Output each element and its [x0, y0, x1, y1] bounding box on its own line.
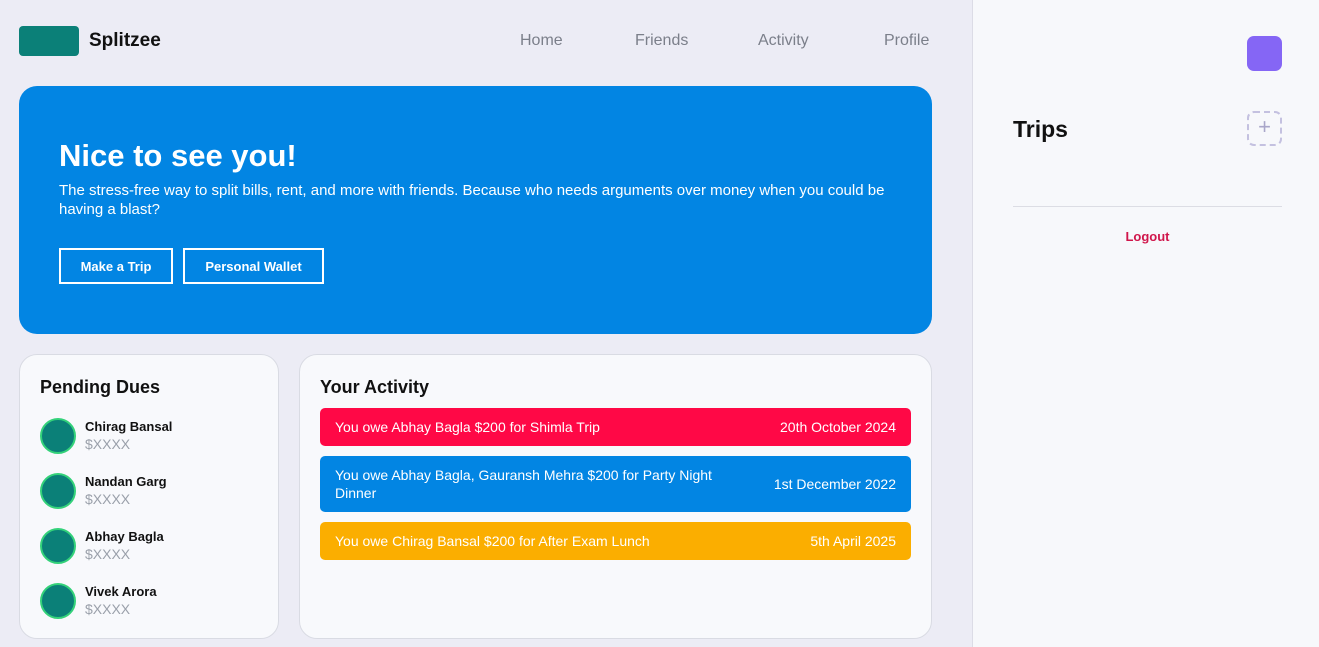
make-trip-button[interactable]: Make a Trip	[59, 248, 173, 284]
avatar	[40, 418, 76, 454]
due-item[interactable]: Nandan Garg $XXXX	[40, 473, 260, 513]
app-name[interactable]: Splitzee	[89, 30, 161, 52]
activity-date: 20th October 2024	[780, 419, 896, 435]
avatar	[40, 473, 76, 509]
activity-date: 5th April 2025	[810, 533, 896, 549]
avatar	[40, 528, 76, 564]
due-item[interactable]: Abhay Bagla $XXXX	[40, 528, 260, 568]
pending-dues-title: Pending Dues	[40, 377, 161, 397]
your-activity-card: Your Activity You owe Abhay Bagla $200 f…	[299, 354, 932, 639]
due-amount: $XXXX	[85, 491, 131, 507]
plus-icon: +	[1258, 114, 1271, 139]
activity-item[interactable]: You owe Chirag Bansal $200 for After Exa…	[320, 522, 911, 560]
avatar[interactable]	[1247, 36, 1282, 71]
trips-title: Trips	[1013, 116, 1068, 142]
hero-banner: Nice to see you! The stress-free way to …	[19, 86, 932, 334]
due-name: Nandan Garg	[85, 474, 167, 489]
avatar	[40, 583, 76, 619]
nav-activity[interactable]: Activity	[758, 32, 809, 50]
add-trip-button[interactable]: +	[1247, 111, 1282, 146]
nav-home[interactable]: Home	[520, 32, 563, 50]
divider	[1013, 206, 1282, 207]
due-amount: $XXXX	[85, 436, 131, 452]
due-item[interactable]: Vivek Arora $XXXX	[40, 583, 260, 623]
activity-item[interactable]: You owe Abhay Bagla $200 for Shimla Trip…	[320, 408, 911, 446]
your-activity-title: Your Activity	[320, 377, 430, 397]
logout-button[interactable]: Logout	[1013, 229, 1282, 244]
activity-text: You owe Chirag Bansal $200 for After Exa…	[335, 533, 650, 549]
due-name: Abhay Bagla	[85, 529, 164, 544]
activity-item[interactable]: You owe Abhay Bagla, Gauransh Mehra $200…	[320, 456, 911, 512]
hero-title: Nice to see you!	[59, 138, 297, 173]
main-content: Splitzee Home Friends Activity Profile N…	[0, 0, 972, 647]
due-name: Vivek Arora	[85, 584, 157, 599]
activity-text: You owe Abhay Bagla, Gauransh Mehra $200…	[335, 467, 712, 501]
due-amount: $XXXX	[85, 546, 131, 562]
logo[interactable]	[19, 26, 79, 56]
nav-profile[interactable]: Profile	[884, 32, 929, 50]
personal-wallet-button[interactable]: Personal Wallet	[183, 248, 324, 284]
due-amount: $XXXX	[85, 601, 131, 617]
due-item[interactable]: Chirag Bansal $XXXX	[40, 418, 260, 458]
activity-date: 1st December 2022	[773, 476, 896, 492]
due-name: Chirag Bansal	[85, 419, 173, 434]
sidebar: Trips + Logout	[972, 0, 1319, 647]
hero-description: The stress-free way to split bills, rent…	[59, 182, 885, 218]
activity-text: You owe Abhay Bagla $200 for Shimla Trip	[335, 419, 600, 435]
nav-friends[interactable]: Friends	[635, 32, 688, 50]
pending-dues-card: Pending Dues Chirag Bansal $XXXX Nandan …	[19, 354, 279, 639]
